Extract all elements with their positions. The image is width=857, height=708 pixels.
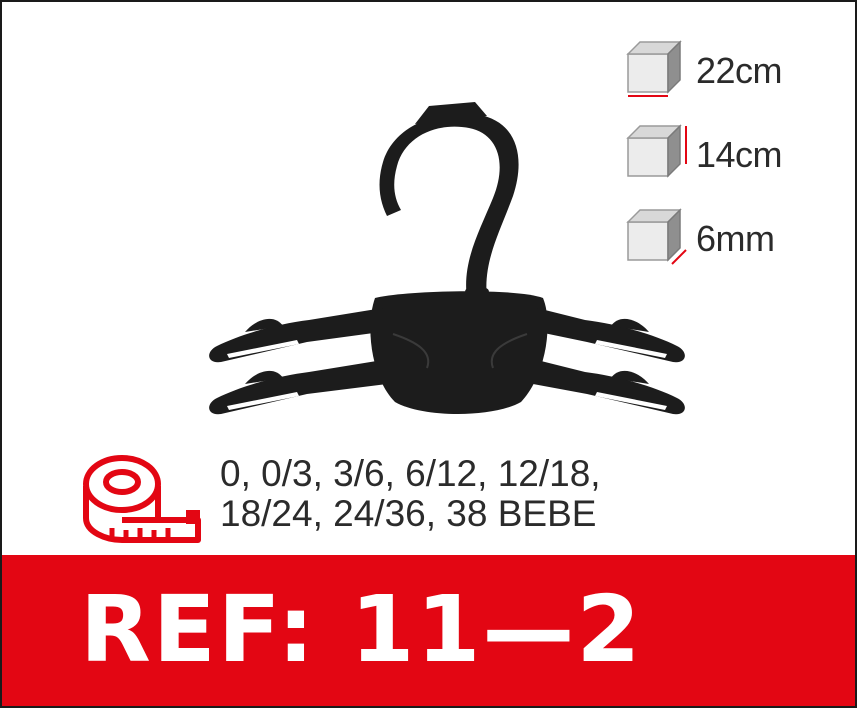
dimension-width-value: 22cm [696, 50, 783, 91]
dimension-height: 14cm [624, 122, 824, 182]
cube-width-icon [626, 40, 682, 97]
dimension-depth-value: 6mm [696, 218, 775, 259]
dimension-width: 22cm [624, 38, 824, 98]
cube-depth-icon [626, 208, 687, 265]
reference-banner: REF: 11—2 [2, 555, 855, 706]
measuring-tape-icon [83, 455, 201, 543]
cube-height-icon [626, 124, 687, 178]
product-card: 22cm 14cm 6mm 0, 0/3, 3/6, 6/12, 12/18, … [0, 0, 857, 708]
reference-code: REF: 11—2 [80, 576, 643, 683]
size-list-line-2: 18/24, 24/36, 38 BEBE [220, 493, 597, 534]
dimension-height-value: 14cm [696, 134, 783, 175]
size-list-line-1: 0, 0/3, 3/6, 6/12, 12/18, [220, 453, 601, 494]
hanger-image [209, 102, 685, 415]
dimension-depth: 6mm [624, 206, 824, 266]
size-list: 0, 0/3, 3/6, 6/12, 12/18, 18/24, 24/36, … [220, 454, 601, 534]
